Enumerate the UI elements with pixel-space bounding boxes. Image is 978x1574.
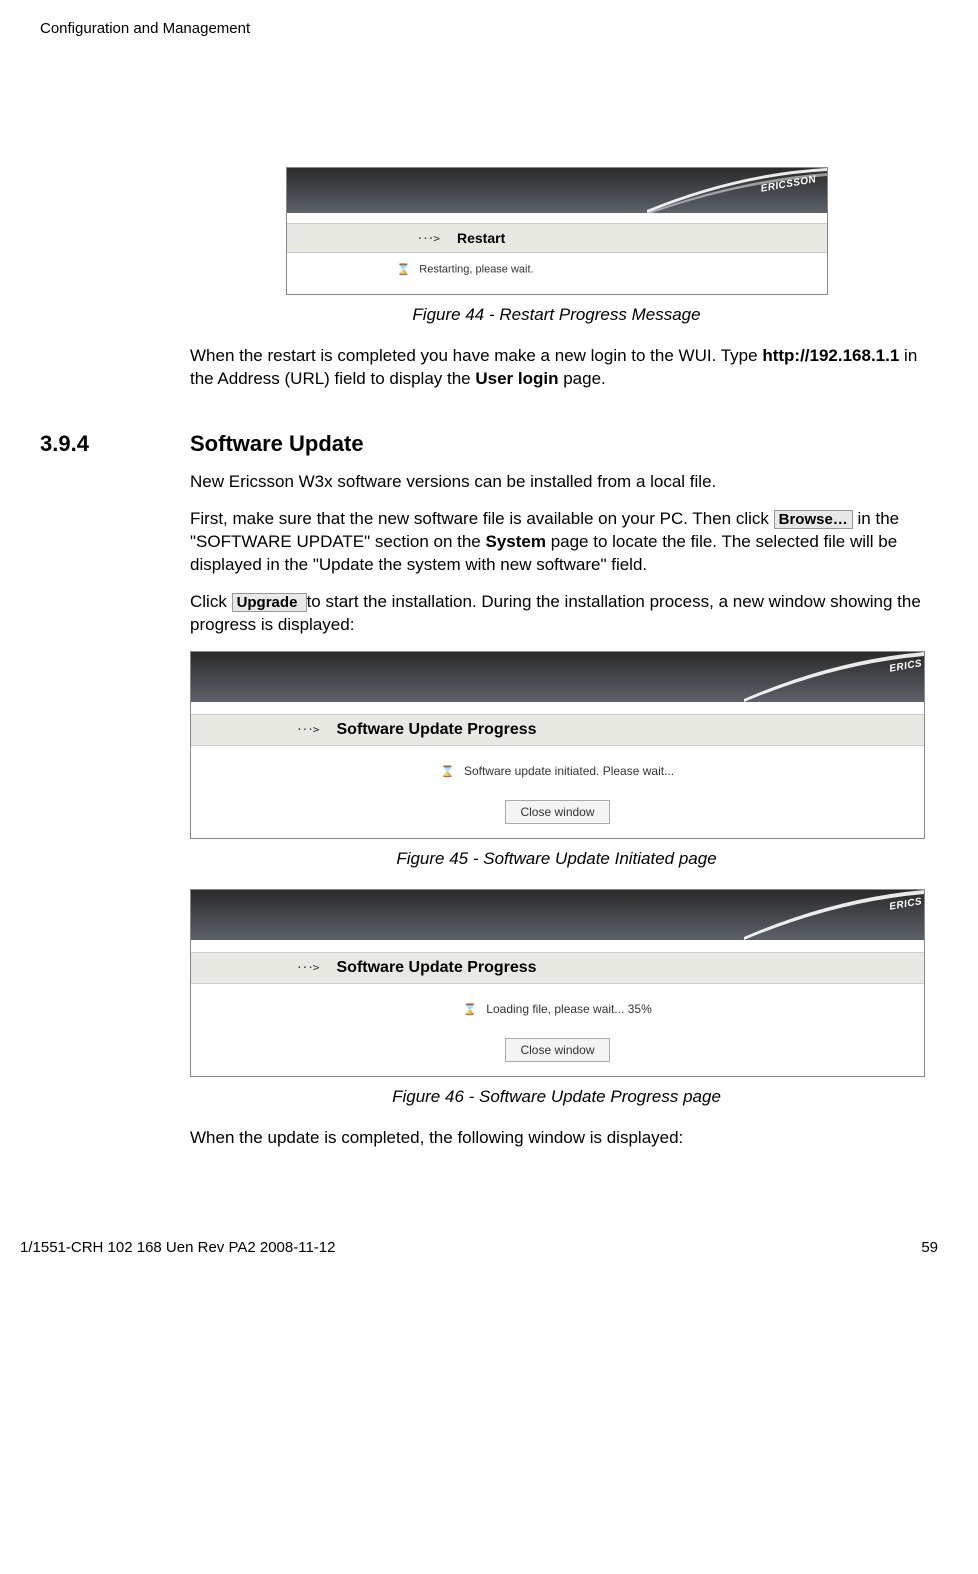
figure-44-screenshot: ERICSSON ···> Restart ⌛ Restarting, plea… bbox=[286, 167, 828, 295]
arrow-icon: ···> bbox=[417, 232, 440, 245]
figure-45-caption: Figure 45 - Software Update Initiated pa… bbox=[190, 849, 923, 869]
figure-44-caption: Figure 44 - Restart Progress Message bbox=[190, 305, 923, 325]
swoosh-graphic bbox=[647, 168, 827, 213]
paragraph-browse: First, make sure that the new software f… bbox=[190, 508, 923, 577]
section-bar-title: Software Update Progress bbox=[337, 959, 537, 977]
screenshot-header-bar: ERICSSON bbox=[287, 168, 827, 213]
section-heading-row: 3.9.4 Software Update bbox=[40, 431, 938, 457]
footer-left: 1/1551-CRH 102 168 Uen Rev PA2 2008-11-1… bbox=[20, 1239, 335, 1256]
screenshot-body: ⌛ Loading file, please wait... 35% Close… bbox=[191, 984, 924, 1076]
page-footer: 1/1551-CRH 102 168 Uen Rev PA2 2008-11-1… bbox=[0, 1239, 978, 1276]
close-window-button[interactable]: Close window bbox=[505, 1038, 609, 1062]
hourglass-icon: ⌛ bbox=[441, 765, 455, 778]
close-window-button[interactable]: Close window bbox=[505, 800, 609, 824]
screenshot-body: ⌛ Restarting, please wait. bbox=[287, 253, 827, 294]
figure-46-screenshot: ERICS ···> Software Update Progress ⌛ Lo… bbox=[190, 889, 925, 1077]
paragraph-update-complete: When the update is completed, the follow… bbox=[190, 1127, 923, 1150]
page-header: Configuration and Management bbox=[40, 20, 938, 37]
footer-page-number: 59 bbox=[921, 1239, 938, 1256]
arrow-icon: ···> bbox=[296, 723, 319, 736]
swoosh-graphic bbox=[744, 890, 924, 940]
section-bar-title: Software Update Progress bbox=[337, 721, 537, 739]
status-text: Software update initiated. Please wait..… bbox=[464, 764, 674, 778]
screenshot-header-bar: ERICS bbox=[191, 890, 924, 940]
status-text: Restarting, please wait. bbox=[419, 263, 533, 275]
paragraph-upgrade: Click Upgrade to start the installation.… bbox=[190, 591, 923, 637]
upgrade-button-label: Upgrade bbox=[232, 593, 307, 612]
swoosh-graphic bbox=[744, 652, 924, 702]
section-title: Software Update bbox=[190, 431, 364, 457]
screenshot-body: ⌛ Software update initiated. Please wait… bbox=[191, 746, 924, 838]
section-number: 3.9.4 bbox=[40, 431, 190, 457]
figure-46-caption: Figure 46 - Software Update Progress pag… bbox=[190, 1087, 923, 1107]
screenshot-header-bar: ERICS bbox=[191, 652, 924, 702]
section-bar-title: Restart bbox=[457, 230, 505, 246]
figure-45-screenshot: ERICS ···> Software Update Progress ⌛ So… bbox=[190, 651, 925, 839]
hourglass-icon: ⌛ bbox=[463, 1003, 477, 1016]
paragraph-sw-intro: New Ericsson W3x software versions can b… bbox=[190, 471, 923, 494]
hourglass-icon: ⌛ bbox=[397, 263, 411, 276]
paragraph-restart-complete: When the restart is completed you have m… bbox=[190, 345, 923, 391]
browse-button-label: Browse… bbox=[774, 510, 853, 529]
arrow-icon: ···> bbox=[296, 961, 319, 974]
screenshot-section-bar: ···> Software Update Progress bbox=[191, 714, 924, 746]
status-text: Loading file, please wait... 35% bbox=[486, 1002, 651, 1016]
screenshot-section-bar: ···> Software Update Progress bbox=[191, 952, 924, 984]
screenshot-section-bar: ···> Restart bbox=[287, 223, 827, 253]
